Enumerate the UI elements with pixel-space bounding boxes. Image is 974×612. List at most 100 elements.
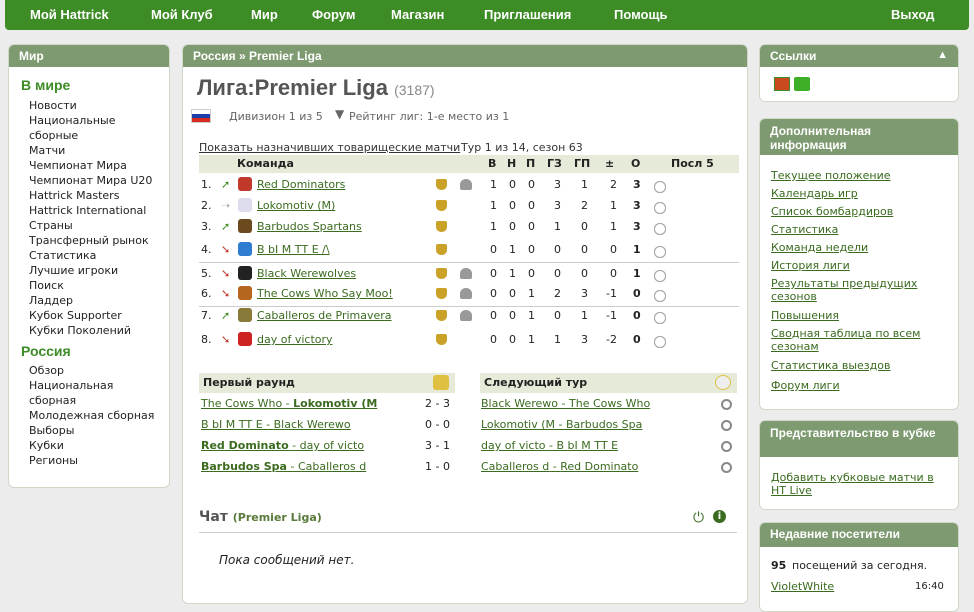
- info-link[interactable]: Статистика выездов: [771, 359, 941, 372]
- external-link-icon[interactable]: [774, 77, 790, 91]
- home-team[interactable]: The Cows Who: [201, 397, 282, 410]
- info-link[interactable]: Текущее положение: [771, 169, 941, 182]
- visitor-name[interactable]: VioletWhite: [771, 580, 834, 593]
- trophy-icon[interactable]: [436, 200, 447, 211]
- trophy-icon[interactable]: [436, 268, 447, 279]
- sidebar-item[interactable]: Кубки Поколений: [29, 323, 131, 338]
- newspaper-icon[interactable]: [433, 375, 449, 390]
- sidebar-item[interactable]: Лучшие игроки: [29, 263, 118, 278]
- player-icon[interactable]: [460, 268, 472, 279]
- power-icon[interactable]: ⏻: [693, 510, 704, 526]
- player-icon[interactable]: [460, 179, 472, 190]
- team-name[interactable]: Red Dominators: [257, 178, 345, 191]
- add-match-icon[interactable]: [715, 375, 731, 390]
- info-link[interactable]: Сводная таблица по всем сезонам: [771, 327, 941, 353]
- nav-my-hattrick[interactable]: Мой Hattrick: [30, 7, 109, 22]
- match-row[interactable]: Barbudos Spa - Caballeros d 1 - 0: [201, 460, 455, 478]
- match-row[interactable]: Black Werewo - The Cows Who: [481, 397, 737, 415]
- sidebar-item[interactable]: Новости: [29, 98, 77, 113]
- sidebar-item[interactable]: Чемпионат Мира: [29, 158, 127, 173]
- sidebar-item[interactable]: Чемпионат Мира U20: [29, 173, 152, 188]
- sidebar-item[interactable]: Национальные: [29, 113, 115, 128]
- trophy-icon[interactable]: [436, 244, 447, 255]
- team-name[interactable]: В bI М ТТ Е /\: [257, 243, 330, 256]
- away-team[interactable]: Black Werewo: [274, 418, 351, 431]
- sidebar-item[interactable]: Hattrick Masters: [29, 188, 119, 203]
- match-row[interactable]: В bI М ТТ Е - Black Werewo 0 - 0: [201, 418, 455, 436]
- info-link[interactable]: Команда недели: [771, 241, 941, 254]
- nav-logout[interactable]: Выход: [891, 7, 934, 22]
- sidebar-item[interactable]: Матчи: [29, 143, 65, 158]
- trophy-icon[interactable]: [436, 288, 447, 299]
- nav-shop[interactable]: Магазин: [391, 7, 444, 22]
- away-team[interactable]: Red Dominato: [560, 460, 638, 473]
- sidebar-item[interactable]: Национальная: [29, 378, 113, 393]
- nav-world[interactable]: Мир: [251, 7, 278, 22]
- info-link[interactable]: Результаты предыдущих сезонов: [771, 277, 941, 303]
- nav-invites[interactable]: Приглашения: [484, 7, 571, 22]
- info-link[interactable]: Форум лиги: [771, 379, 941, 392]
- collapse-icon[interactable]: ▲: [937, 49, 948, 61]
- trophy-icon[interactable]: [436, 221, 447, 232]
- nav-my-club[interactable]: Мой Клуб: [151, 7, 213, 22]
- info-link[interactable]: История лиги: [771, 259, 941, 272]
- score[interactable]: 3 - 1: [425, 439, 450, 452]
- match-row[interactable]: Caballeros d - Red Dominato: [481, 460, 737, 478]
- player-icon[interactable]: [460, 288, 472, 299]
- home-team[interactable]: Red Dominato: [201, 439, 289, 452]
- info-link[interactable]: Статистика: [771, 223, 941, 236]
- info-link[interactable]: Календарь игр: [771, 187, 941, 200]
- sidebar-item[interactable]: Ладдер: [29, 293, 73, 308]
- away-team[interactable]: day of victo: [300, 439, 365, 452]
- away-team[interactable]: Caballeros d: [298, 460, 366, 473]
- nav-forum[interactable]: Форум: [312, 7, 355, 22]
- sidebar-item[interactable]: Трансферный рынок: [29, 233, 149, 248]
- sidebar-item[interactable]: Кубок Supporter: [29, 308, 122, 323]
- magnifier-icon[interactable]: [721, 462, 732, 473]
- home-team[interactable]: Lokomotiv (M: [481, 418, 555, 431]
- match-row[interactable]: The Cows Who - Lokomotiv (M 2 - 3: [201, 397, 455, 415]
- sidebar-item[interactable]: Поиск: [29, 278, 64, 293]
- home-team[interactable]: Barbudos Spa: [201, 460, 287, 473]
- match-row[interactable]: Red Dominato - day of victo 3 - 1: [201, 439, 455, 457]
- info-link[interactable]: Повышения: [771, 309, 941, 322]
- sidebar-item[interactable]: Страны: [29, 218, 73, 233]
- magnifier-icon[interactable]: [721, 399, 732, 410]
- team-name[interactable]: Caballeros de Primavera: [257, 309, 392, 322]
- away-team[interactable]: В bI М ТТ Е: [556, 439, 618, 452]
- team-name[interactable]: Black Werewolves: [257, 267, 356, 280]
- sidebar-item[interactable]: Статистика: [29, 248, 96, 263]
- breadcrumb[interactable]: Россия » Premier Liga: [183, 45, 747, 67]
- sidebar-item[interactable]: сборная: [29, 393, 76, 408]
- team-name[interactable]: Lokomotiv (M): [257, 199, 335, 212]
- team-name[interactable]: The Cows Who Say Moo!: [257, 287, 393, 300]
- player-icon[interactable]: [460, 310, 472, 321]
- away-team[interactable]: Lokomotiv (M: [293, 397, 377, 410]
- home-team[interactable]: day of victo: [481, 439, 546, 452]
- home-team[interactable]: Caballeros d: [481, 460, 549, 473]
- sidebar-item[interactable]: сборные: [29, 128, 78, 143]
- away-team[interactable]: Barbudos Spa: [566, 418, 642, 431]
- rep-link[interactable]: Добавить кубковые матчи в HT Live: [771, 471, 941, 497]
- sidebar-item[interactable]: Обзор: [29, 363, 64, 378]
- score[interactable]: 1 - 0: [425, 460, 450, 473]
- nav-help[interactable]: Помощь: [614, 7, 667, 22]
- score[interactable]: 0 - 0: [425, 418, 450, 431]
- trophy-icon[interactable]: [436, 334, 447, 345]
- score[interactable]: 2 - 3: [425, 397, 450, 410]
- away-team[interactable]: The Cows Who: [569, 397, 650, 410]
- info-link[interactable]: Список бомбардиров: [771, 205, 941, 218]
- magnifier-icon[interactable]: [721, 441, 732, 452]
- sidebar-item[interactable]: Молодежная сборная: [29, 408, 154, 423]
- sidebar-item[interactable]: Регионы: [29, 453, 78, 468]
- show-friendly-link[interactable]: Показать назначивших товарищеские матчи: [199, 141, 460, 154]
- trophy-icon[interactable]: [436, 179, 447, 190]
- team-name[interactable]: day of victory: [257, 333, 333, 346]
- match-row[interactable]: Lokomotiv (M - Barbudos Spa: [481, 418, 737, 436]
- trophy-icon[interactable]: [436, 310, 447, 321]
- external-link-icon[interactable]: [794, 77, 810, 91]
- sidebar-item[interactable]: Кубки: [29, 438, 64, 453]
- team-name[interactable]: Barbudos Spartans: [257, 220, 362, 233]
- info-icon[interactable]: i: [713, 510, 726, 523]
- home-team[interactable]: В bI М ТТ Е: [201, 418, 263, 431]
